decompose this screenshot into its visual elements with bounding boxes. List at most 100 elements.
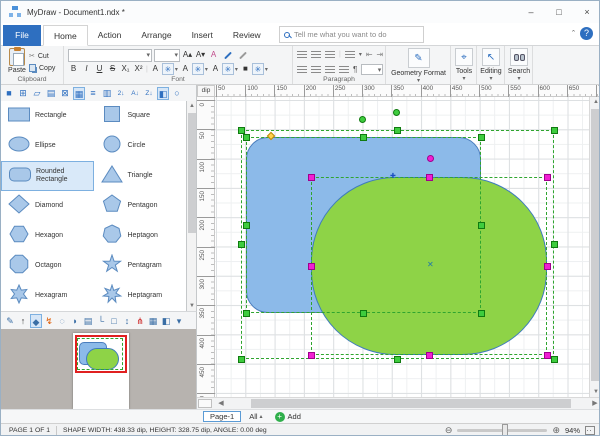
align-middle-icon[interactable] <box>311 51 321 59</box>
blue-shape-selection-handle[interactable] <box>243 222 250 229</box>
blue-shape-selection-handle[interactable] <box>478 222 485 229</box>
multi-selection-handle[interactable] <box>551 356 558 363</box>
sort-alpha-asc-icon[interactable]: A↓ <box>129 87 141 100</box>
sort-numeric-icon[interactable]: 2↓ <box>115 87 127 100</box>
blue-shape-selection-handle[interactable] <box>360 310 367 317</box>
copy-button[interactable]: Copy <box>29 62 55 74</box>
multi-selection-handle[interactable] <box>394 356 401 363</box>
multi-selection-handle[interactable] <box>238 127 245 134</box>
blue-shape-selection-handle[interactable] <box>360 134 367 141</box>
blue-shape-selection-handle[interactable] <box>243 310 250 317</box>
scroll-corner-button[interactable] <box>198 399 212 408</box>
preview-viewport-rect[interactable] <box>75 335 127 373</box>
increase-indent-icon[interactable]: ⇥ <box>377 50 384 59</box>
new-document-icon[interactable]: ⊞ <box>17 87 29 100</box>
pan-tool-icon[interactable]: ◆ <box>30 314 42 328</box>
shape-item-heptagon[interactable]: Heptagon <box>94 221 187 251</box>
align-center-icon[interactable] <box>311 66 321 74</box>
zoom-in-icon[interactable]: ⊕ <box>552 425 560 436</box>
tools-button[interactable]: ⌖ Tools▾ <box>451 48 477 82</box>
scroll-right-icon[interactable]: ▶ <box>589 398 600 409</box>
green-shape-selection-handle[interactable] <box>544 174 551 181</box>
font-size-combo[interactable] <box>154 49 180 62</box>
tab-home[interactable]: Home <box>43 25 88 46</box>
shape-center-marker[interactable]: ✕ <box>427 260 434 269</box>
ribbon-search-button[interactable]: Search▾ <box>505 48 533 82</box>
minimize-button[interactable]: – <box>517 1 545 23</box>
view-icons-icon[interactable]: ▦ <box>73 87 85 100</box>
grow-font-button[interactable]: A▴ <box>182 49 193 61</box>
edit-tool-icon[interactable]: ✎ <box>4 314 16 328</box>
multi-selection-handle[interactable] <box>238 356 245 363</box>
slide-tool-icon[interactable]: ▦ <box>147 314 159 328</box>
blue-shape-selection-handle[interactable] <box>478 134 485 141</box>
font-style-b-button[interactable]: B <box>68 63 79 75</box>
font-style-s-button[interactable]: S <box>107 63 118 75</box>
shape-item-ellipse[interactable]: Ellipse <box>1 131 94 161</box>
multi-selection-handle[interactable] <box>394 127 401 134</box>
scroll-up-icon[interactable]: ▲ <box>591 97 600 107</box>
align-right-icon[interactable] <box>325 66 335 74</box>
paragraph-mark-icon[interactable]: ¶ <box>353 65 357 74</box>
tab-arrange[interactable]: Arrange <box>131 25 181 46</box>
green-shape-selection-handle[interactable] <box>308 174 315 181</box>
org-chart-tool-icon[interactable]: ⋔ <box>134 314 146 328</box>
toggle-preview-icon[interactable]: ◧ <box>157 87 169 100</box>
shape-item-triangle[interactable]: Triangle <box>94 161 187 191</box>
remove-document-icon[interactable]: ⊠ <box>59 87 71 100</box>
scroll-up-icon[interactable]: ▲ <box>187 101 197 111</box>
zoom-library-icon[interactable]: ○ <box>171 87 183 100</box>
cut-button[interactable]: ✂Cut <box>29 50 55 62</box>
rotation-handle-selection[interactable] <box>393 109 400 116</box>
fill-effects-button[interactable]: ■✳▾ <box>240 63 268 75</box>
tab-action[interactable]: Action <box>88 25 132 46</box>
add-page-button[interactable]: + Add <box>275 412 301 422</box>
spacing-combo[interactable] <box>361 64 383 75</box>
maximize-button[interactable]: □ <box>545 1 573 23</box>
shape-item-hexagram[interactable]: Hexagram <box>1 281 94 311</box>
lasso-tool-icon[interactable]: ◌ <box>56 314 68 328</box>
green-shape-selection-handle[interactable] <box>544 263 551 270</box>
shape-item-pentagon[interactable]: Pentagon <box>94 191 187 221</box>
shape-item-pentagram[interactable]: Pentagram <box>94 251 187 281</box>
connector-tool-icon[interactable]: └ <box>95 314 107 328</box>
multi-selection-handle[interactable] <box>551 241 558 248</box>
tab-review[interactable]: Review <box>223 25 271 46</box>
canvas-vertical-scrollbar[interactable]: ▲ ▼ <box>589 97 600 397</box>
library-scroll-thumb[interactable] <box>188 113 196 233</box>
eyedropper-button[interactable] <box>221 49 234 62</box>
sort-alpha-desc-icon[interactable]: Z↓ <box>143 87 155 100</box>
shapes-tool-icon[interactable]: ◧ <box>160 314 172 328</box>
collapse-ribbon-button[interactable]: ˆ <box>572 29 575 39</box>
paste-button[interactable]: Paste <box>5 48 29 74</box>
tell-me-search-box[interactable]: Tell me what you want to do <box>279 26 424 43</box>
decrease-indent-icon[interactable]: ⇤ <box>366 50 373 59</box>
zoom-out-icon[interactable]: ⊖ <box>445 425 453 436</box>
zoom-slider-thumb[interactable] <box>502 424 508 436</box>
highlight-color-button[interactable]: A✳▾ <box>180 63 208 75</box>
rotation-handle-green-shape[interactable] <box>427 155 434 162</box>
open-library-icon[interactable]: ▱ <box>31 87 43 100</box>
shrink-font-button[interactable]: A▾ <box>195 49 206 61</box>
page-tool-icon[interactable]: □ <box>108 314 120 328</box>
more-tools-dropdown-icon[interactable]: ▾ <box>173 314 185 328</box>
scroll-down-icon[interactable]: ▼ <box>187 301 197 311</box>
green-shape-selection-handle[interactable] <box>308 352 315 359</box>
shape-item-rectangle[interactable]: Rectangle <box>1 101 94 131</box>
font-color-button[interactable]: A✳▾ <box>150 63 178 75</box>
green-shape-selection-handle[interactable] <box>426 352 433 359</box>
shape-item-diamond[interactable]: Diamond <box>1 191 94 221</box>
green-shape-selection-handle[interactable] <box>544 352 551 359</box>
canvas-vscroll-thumb[interactable] <box>591 109 600 381</box>
geometry-format-button[interactable]: ✎ Geometry Format▾ <box>386 48 451 84</box>
lightning-tool-icon[interactable]: ↯ <box>43 314 55 328</box>
page-tab[interactable]: Page-1 <box>203 411 241 422</box>
tab-insert[interactable]: Insert <box>182 25 223 46</box>
canvas-horizontal-scrollbar[interactable]: ◀ ▶ <box>197 397 600 409</box>
save-library-icon[interactable]: ■ <box>3 87 15 100</box>
rotation-handle-blue-shape[interactable] <box>359 116 366 123</box>
align-bottom-icon[interactable] <box>325 51 335 59</box>
character-effects-button[interactable]: A✳▾ <box>210 63 238 75</box>
scroll-down-icon[interactable]: ▼ <box>591 387 600 397</box>
multi-selection-handle[interactable] <box>551 127 558 134</box>
